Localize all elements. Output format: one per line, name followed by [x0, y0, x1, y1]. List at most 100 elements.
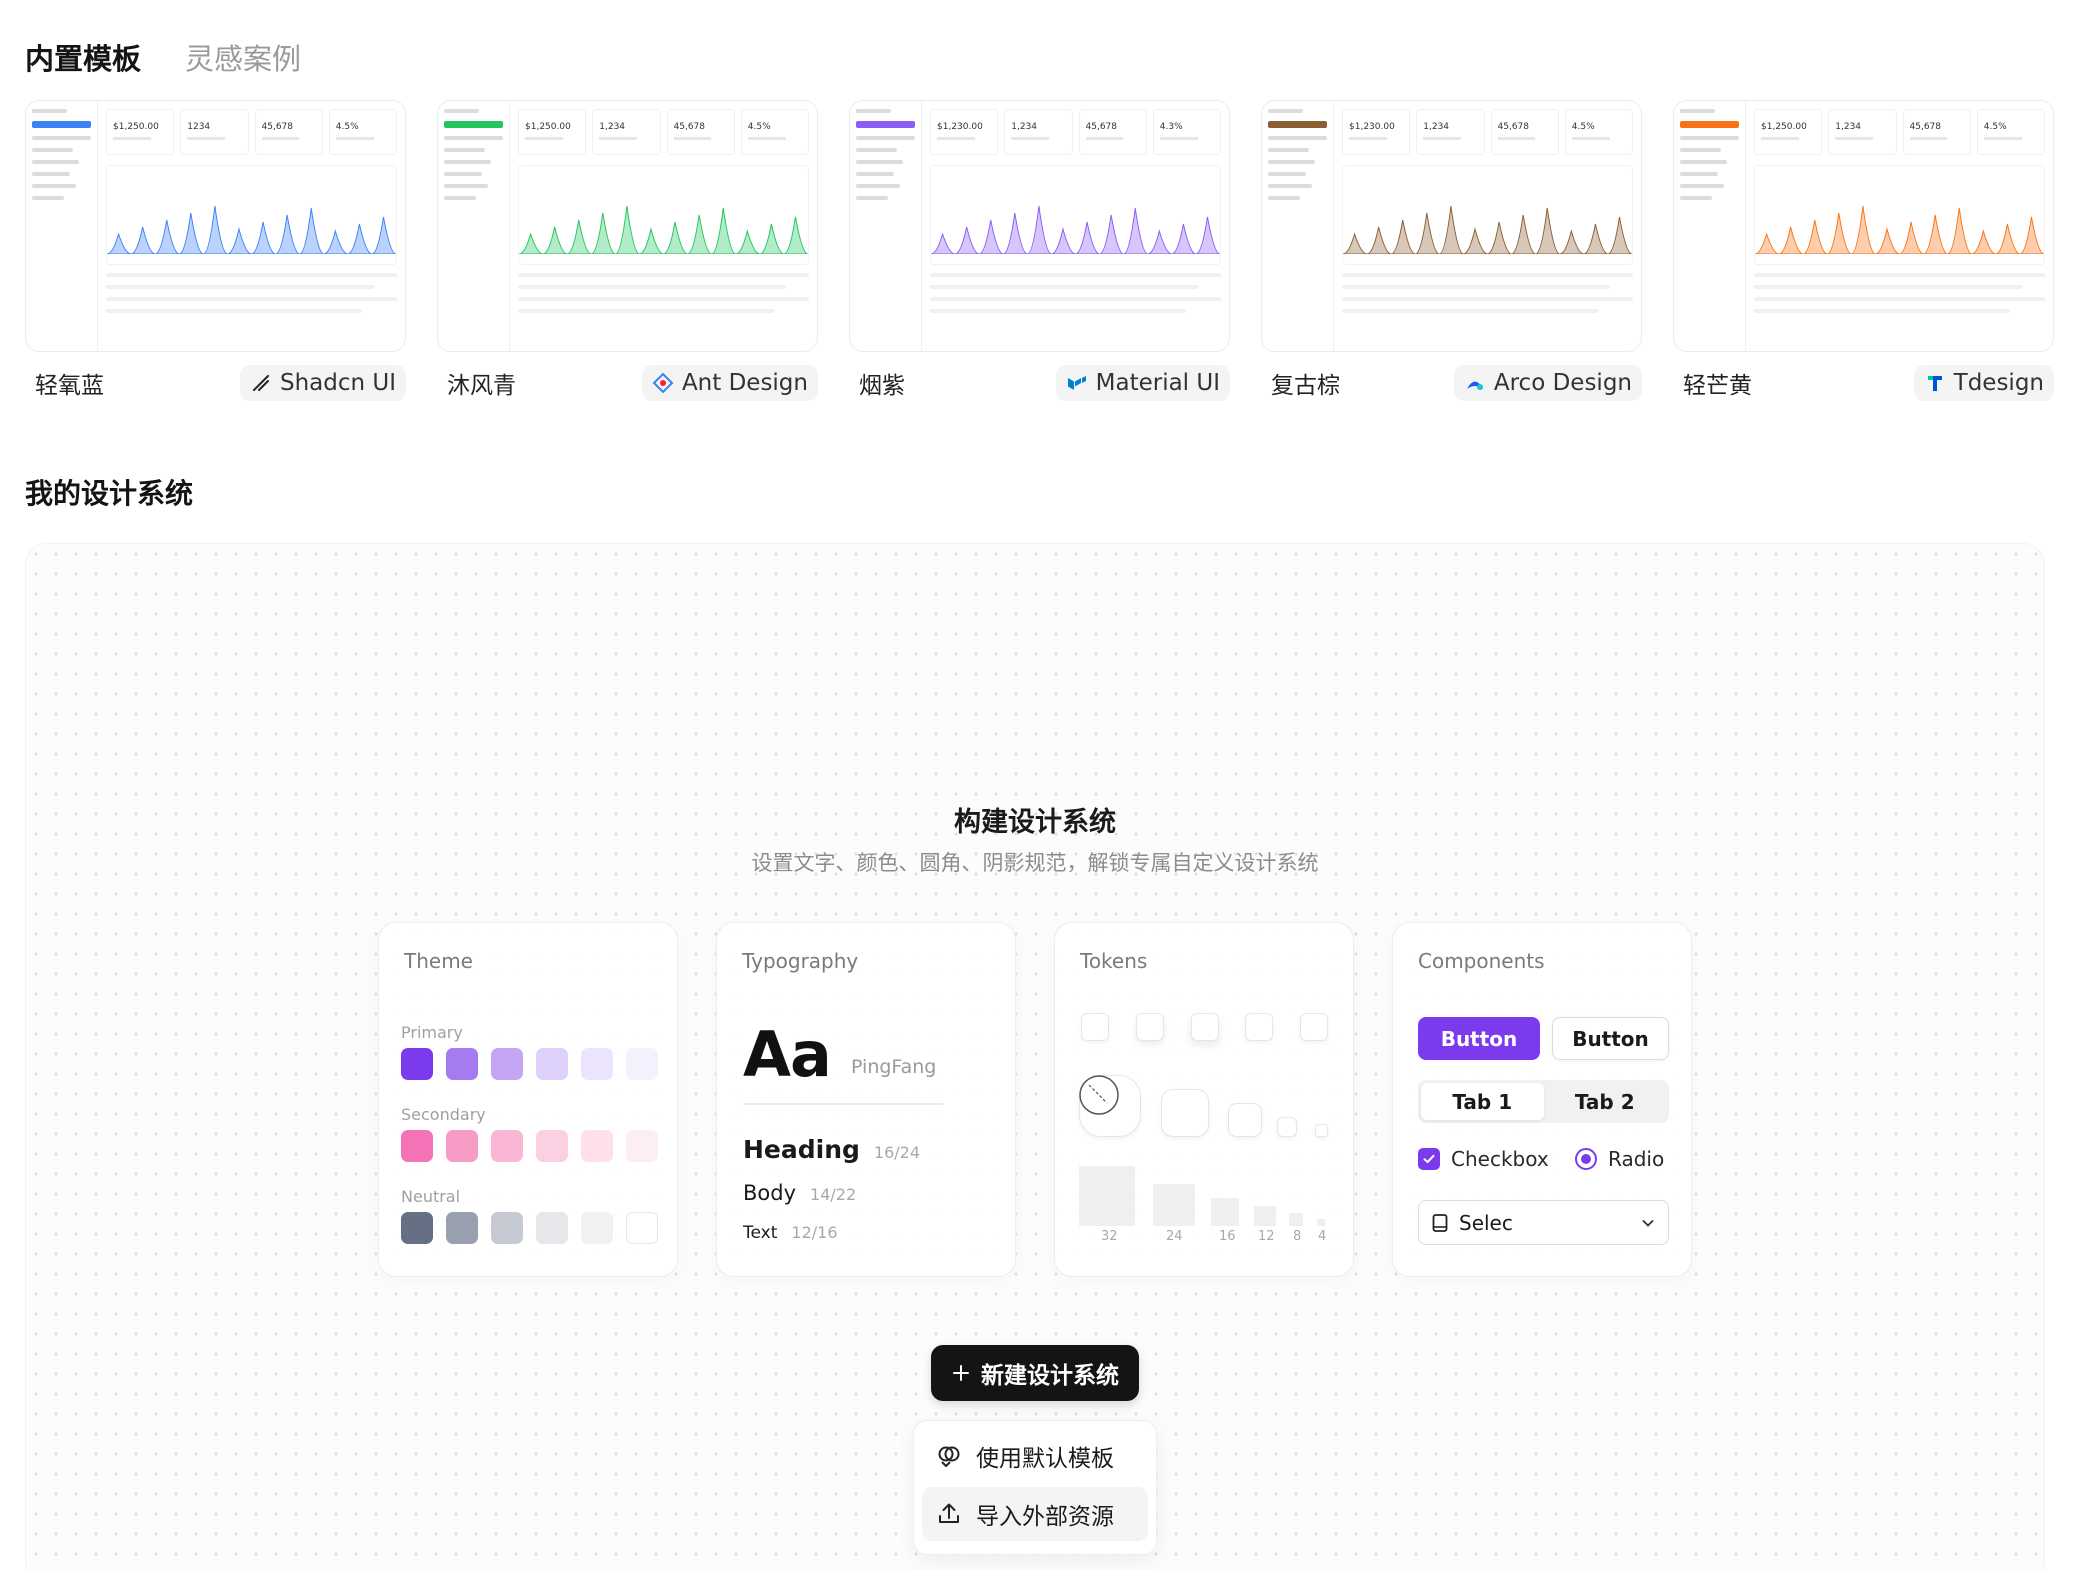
sample-secondary-button[interactable]: Button — [1552, 1017, 1669, 1060]
framework-badge[interactable]: Ant Design — [641, 365, 818, 401]
bookmark-icon — [1432, 1213, 1448, 1232]
template-preview[interactable]: $1,250.00 1234 45,678 4.5% — [25, 100, 406, 352]
framework-badge[interactable]: Shadcn UI — [239, 365, 406, 401]
framework-badge-label: Arco Design — [1493, 370, 1632, 396]
tdesign-logo-icon — [1924, 372, 1946, 394]
size-label-4: 4 — [1318, 1229, 1327, 1244]
typo-body-row: Body 14/22 — [743, 1181, 856, 1205]
template-name: 轻芒黄 — [1683, 373, 1752, 399]
template-card[interactable]: $1,230.00 1,234 45,678 4.3% 烟紫 Material UI — [849, 100, 1230, 404]
preview-kpi-value: $1,230.00 — [1349, 122, 1395, 132]
preview-kpi-value: $1,230.00 — [937, 122, 983, 132]
design-system-canvas — [25, 543, 2045, 1570]
tokens-card[interactable]: Tokens 32 24 16 12 8 4 — [1054, 922, 1354, 1277]
preview-kpi-value: 45,678 — [1909, 122, 1942, 132]
sample-primary-button[interactable]: Button — [1418, 1017, 1540, 1060]
size-bar-8 — [1289, 1213, 1303, 1226]
preview-kpi: $1,230.00 — [1342, 109, 1411, 155]
sample-tab-2[interactable]: Tab 2 — [1544, 1083, 1667, 1120]
menu-item-import-external[interactable]: 导入外部资源 — [922, 1487, 1148, 1541]
template-footer: 烟紫 Material UI — [849, 362, 1230, 404]
template-card[interactable]: $1,250.00 1234 45,678 4.5% 轻氧蓝 Shadcn UI — [25, 100, 406, 404]
radius-token-1 — [1079, 1075, 1141, 1137]
framework-badge[interactable]: Arco Design — [1453, 365, 1642, 401]
color-swatch — [626, 1212, 658, 1244]
secondary-label: Secondary — [401, 1105, 486, 1124]
template-footer: 轻氧蓝 Shadcn UI — [25, 362, 406, 404]
preview-chart — [1342, 165, 1633, 265]
preview-kpi-value: 4.5% — [335, 122, 359, 132]
neutral-swatches — [401, 1212, 658, 1244]
color-swatch — [536, 1130, 568, 1162]
preview-kpi-value: 1,234 — [599, 122, 626, 132]
theme-card-title: Theme — [404, 949, 473, 973]
primary-swatches — [401, 1048, 658, 1080]
typo-heading-name: Heading — [743, 1135, 860, 1164]
sample-tab-1[interactable]: Tab 1 — [1421, 1083, 1544, 1120]
preview-kpi: $1,250.00 — [106, 109, 175, 155]
radio-dot-icon — [1575, 1148, 1597, 1170]
framework-badge[interactable]: Material UI — [1055, 365, 1230, 401]
new-design-system-button[interactable]: 新建设计系统 — [931, 1345, 1139, 1401]
color-swatch — [491, 1130, 523, 1162]
preview-main: $1,230.00 1,234 45,678 4.5% — [1342, 109, 1633, 351]
sample-radio[interactable]: Radio — [1575, 1147, 1664, 1171]
shadow-token-4 — [1245, 1013, 1273, 1041]
theme-card[interactable]: Theme Primary Secondary Neutral — [378, 922, 678, 1277]
build-subtitle: 设置文字、颜色、圆角、阴影规范，解锁专属自定义设计系统 — [751, 851, 1319, 875]
size-bar-16 — [1211, 1198, 1239, 1226]
typography-card-title: Typography — [742, 949, 859, 973]
preview-kpi-value: 4.5% — [747, 122, 771, 132]
template-preview[interactable]: $1,230.00 1,234 45,678 4.5% — [1261, 100, 1642, 352]
template-preview[interactable]: $1,250.00 1,234 45,678 4.5% — [1673, 100, 2054, 352]
sample-select[interactable]: Selec — [1418, 1200, 1669, 1245]
checkbox-label: Checkbox — [1451, 1147, 1549, 1171]
size-label-8: 8 — [1293, 1229, 1302, 1244]
preview-sidebar — [26, 101, 98, 351]
font-sample: Aa — [743, 1018, 832, 1091]
size-label-32: 32 — [1101, 1229, 1118, 1244]
preview-kpi-value: 1,234 — [1835, 122, 1862, 132]
material-ui-logo-icon — [1066, 372, 1088, 394]
tokens-card-title: Tokens — [1080, 949, 1148, 973]
typography-divider — [743, 1103, 943, 1105]
template-preview[interactable]: $1,230.00 1,234 45,678 4.3% — [849, 100, 1230, 352]
radius-token-5 — [1315, 1124, 1328, 1137]
template-footer: 沐风青 Ant Design — [437, 362, 818, 404]
preview-kpi-value: 45,678 — [1497, 122, 1530, 132]
shadow-token-2 — [1136, 1013, 1164, 1041]
tab-builtin-templates[interactable]: 内置模板 — [25, 36, 141, 78]
template-footer: 轻芒黄 Tdesign — [1673, 362, 2054, 404]
typography-card[interactable]: Typography Aa PingFang Heading 16/24 Bod… — [716, 922, 1016, 1277]
framework-badge-label: Tdesign — [1953, 370, 2044, 396]
preview-kpi-value: 1,234 — [1011, 122, 1038, 132]
template-card[interactable]: $1,250.00 1,234 45,678 4.5% 轻芒黄 Tdesign — [1673, 100, 2054, 404]
preview-kpi-value: 4.3% — [1159, 122, 1183, 132]
preview-kpi: 4.5% — [1976, 109, 2045, 155]
preview-kpi: 45,678 — [254, 109, 323, 155]
chevron-down-icon — [1642, 1219, 1654, 1227]
preview-main: $1,250.00 1234 45,678 4.5% — [106, 109, 397, 351]
secondary-swatches — [401, 1130, 658, 1162]
preview-kpi: 45,678 — [1490, 109, 1559, 155]
color-swatch — [446, 1048, 478, 1080]
tab-inspiration-cases[interactable]: 灵感案例 — [185, 36, 301, 78]
sample-checkbox[interactable]: Checkbox — [1418, 1147, 1549, 1171]
typo-body-size: 14/22 — [810, 1185, 857, 1204]
menu-item-import-external-label: 导入外部资源 — [976, 1504, 1114, 1530]
template-card[interactable]: $1,230.00 1,234 45,678 4.5% 复古棕 Arco Design — [1261, 100, 1642, 404]
template-card[interactable]: $1,250.00 1,234 45,678 4.5% 沐风青 Ant Design — [437, 100, 818, 404]
section-title: 我的设计系统 — [25, 477, 194, 510]
framework-badge[interactable]: Tdesign — [1913, 365, 2054, 401]
font-name: PingFang — [851, 1056, 937, 1078]
preview-kpi-value: $1,250.00 — [525, 122, 571, 132]
color-swatch — [491, 1212, 523, 1244]
color-swatch — [446, 1130, 478, 1162]
framework-badge-label: Material UI — [1095, 370, 1220, 396]
template-name: 烟紫 — [859, 373, 905, 399]
components-card[interactable]: Components Button Button Tab 1 Tab 2 Che… — [1392, 922, 1692, 1277]
template-preview[interactable]: $1,250.00 1,234 45,678 4.5% — [437, 100, 818, 352]
menu-item-use-default-template[interactable]: 使用默认模板 — [922, 1429, 1148, 1483]
select-value: Selec — [1459, 1210, 1513, 1235]
primary-label: Primary — [401, 1023, 463, 1042]
